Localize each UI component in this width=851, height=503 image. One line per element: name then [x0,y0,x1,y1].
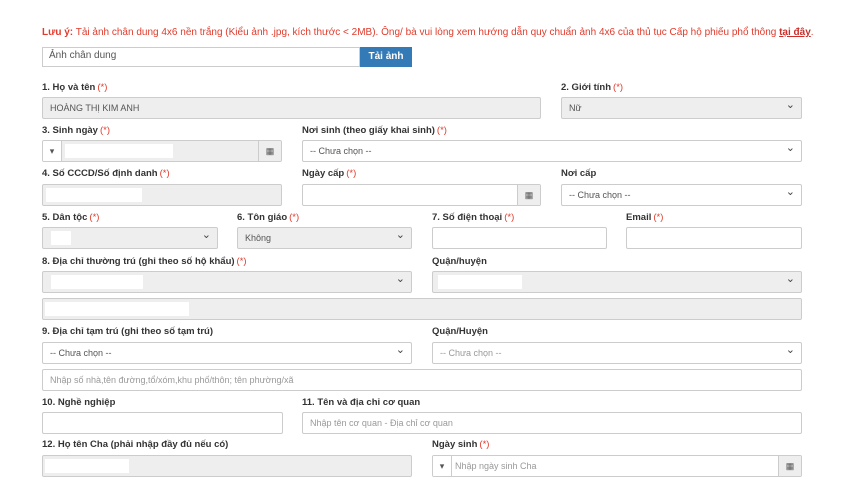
religion-value: Không [245,233,272,243]
issue-date-input[interactable]: ▦ [302,184,541,206]
workplace-input[interactable]: Nhập tên cơ quan - Địa chỉ cơ quan [302,412,802,434]
temp-district-label: Quận/Huyện [432,326,488,337]
phone-input[interactable] [432,227,607,249]
guide-link[interactable]: tại đây [779,27,811,38]
full-name-input[interactable]: HOÀNG THỊ KIM ANH [42,97,541,119]
calendar-icon[interactable]: ▦ [258,141,281,161]
email-label: Email (*) [626,212,664,223]
calendar-icon[interactable]: ▦ [517,185,540,205]
redacted-id-number [46,188,142,202]
father-name-label: 12. Họ tên Cha (phải nhập đầy đủ nếu có) [42,439,229,450]
phone-label: 7. Số điện thoại (*) [432,212,515,223]
temp-address-label: 9. Địa chỉ tạm trú (ghi theo số tạm trú) [42,326,214,337]
temp-province-select[interactable]: -- Chưa chọn -- [42,342,412,364]
issue-place-select[interactable]: -- Chưa chọn -- [561,184,802,206]
notice-prefix: Lưu ý: [42,27,74,38]
permanent-district-select[interactable] [432,271,802,293]
redacted-district [438,275,522,289]
portrait-input[interactable]: Ảnh chân dung [42,47,360,67]
id-number-input[interactable] [42,184,282,206]
gender-value: Nữ [569,103,582,113]
permanent-province-select[interactable] [42,271,412,293]
workplace-placeholder: Nhập tên cơ quan - Địa chỉ cơ quan [310,418,453,428]
occupation-label: 10. Nghề nghiệp [42,397,116,408]
permanent-address-label: 8. Địa chỉ thường trú (ghi theo số hộ kh… [42,256,247,267]
upload-notice: Lưu ý: Tải ảnh chân dung 4x6 nền trắng (… [42,27,814,38]
temp-province-value: -- Chưa chọn -- [50,348,112,358]
calendar-icon[interactable]: ▦ [778,456,801,476]
email-input[interactable] [626,227,802,249]
ethnicity-select[interactable] [42,227,218,249]
id-number-label: 4. Số CCCD/Số định danh (*) [42,168,170,179]
birth-date-input[interactable]: ▾ ▦ [42,140,282,162]
issue-place-value: -- Chưa chọn -- [569,190,631,200]
redacted-street [45,302,189,316]
father-dob-label: Ngày sinh (*) [432,439,490,450]
temp-district-select[interactable]: -- Chưa chọn -- [432,342,802,364]
gender-label: 2. Giới tính (*) [561,82,624,93]
birth-place-value: -- Chưa chọn -- [310,146,372,156]
father-dob-placeholder: Nhập ngày sinh Cha [455,461,537,471]
birth-date-stepper[interactable]: ▾ [43,141,62,161]
birth-date-label: 3. Sinh ngày (*) [42,125,110,136]
father-dob-stepper[interactable]: ▾ [433,456,452,476]
workplace-label: 11. Tên và địa chỉ cơ quan [302,397,421,408]
issue-date-label: Ngày cấp (*) [302,168,357,179]
permanent-district-label: Quận/huyện [432,256,487,267]
upload-photo-button[interactable]: Tải ảnh [360,47,412,67]
religion-select[interactable]: Không [237,227,412,249]
temp-street-placeholder: Nhập số nhà,tên đường,tổ/xóm,khu phố/thô… [50,375,294,385]
issue-place-label: Nơi cấp [561,168,597,179]
temp-street-input[interactable]: Nhập số nhà,tên đường,tổ/xóm,khu phố/thô… [42,369,802,391]
portrait-placeholder: Ảnh chân dung [49,50,117,61]
father-dob-input[interactable]: ▾ Nhập ngày sinh Cha ▦ [432,455,802,477]
occupation-input[interactable] [42,412,283,434]
full-name-label: 1. Họ và tên (*) [42,82,108,93]
temp-district-value: -- Chưa chọn -- [440,348,502,358]
redacted-birth-date [65,144,173,158]
gender-select[interactable]: Nữ [561,97,802,119]
birth-place-label: Nơi sinh (theo giấy khai sinh) (*) [302,125,447,136]
notice-text: Tải ảnh chân dung 4x6 nền trắng (Kiểu ản… [73,27,780,38]
notice-suffix: . [810,27,814,38]
ethnicity-label: 5. Dân tộc (*) [42,212,100,223]
permanent-street-input[interactable] [42,298,802,320]
redacted-province [51,275,143,289]
father-name-input[interactable] [42,455,412,477]
religion-label: 6. Tôn giáo (*) [237,212,300,223]
full-name-value: HOÀNG THỊ KIM ANH [50,103,140,113]
redacted-father-name [45,459,129,473]
birth-place-select[interactable]: -- Chưa chọn -- [302,140,802,162]
redacted-ethnicity [51,231,71,245]
